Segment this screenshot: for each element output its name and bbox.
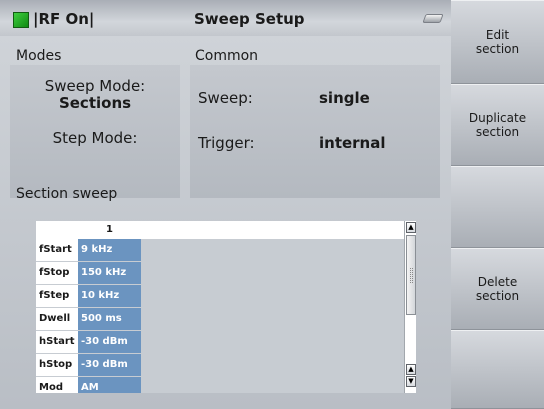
sweep-value[interactable]: single [319, 89, 370, 107]
cell-hstop[interactable]: -30 dBm [78, 354, 141, 376]
cell-hstart[interactable]: -30 dBm [78, 331, 141, 353]
row-label-hstop: hStop [36, 354, 78, 376]
row-label-dwell: Dwell [36, 308, 78, 330]
cell-fstep[interactable]: 10 kHz [78, 285, 141, 307]
softkey-empty-2[interactable] [451, 330, 544, 409]
row-label-hstart: hStart [36, 331, 78, 353]
column-header-1[interactable]: 1 [78, 221, 141, 239]
keyboard-icon[interactable] [422, 14, 444, 23]
common-heading: Common [195, 48, 259, 64]
step-mode-label: Step Mode: [52, 129, 138, 147]
scroll-up-icon[interactable]: ▲ [406, 222, 416, 233]
sweep-label: Sweep: [198, 89, 253, 107]
edit-section-button[interactable]: Edit section [451, 0, 544, 84]
vertical-scrollbar[interactable]: ▲ ▲ ▼ [404, 221, 416, 393]
row-label-fstep: fStep [36, 285, 78, 307]
cell-mod[interactable]: AM [78, 377, 141, 393]
scroll-up-small-icon[interactable]: ▲ [406, 364, 416, 375]
duplicate-section-button[interactable]: Duplicate section [451, 84, 544, 166]
cell-dwell[interactable]: 500 ms [78, 308, 141, 330]
cell-fstop[interactable]: 150 kHz [78, 262, 141, 284]
scroll-down-icon[interactable]: ▼ [406, 376, 416, 387]
modes-heading: Modes [16, 48, 62, 64]
trigger-label: Trigger: [198, 134, 255, 152]
modes-panel: Sweep Mode: Sections Step Mode: [10, 65, 180, 198]
grip-icon [410, 268, 413, 283]
row-label-fstart: fStart [36, 239, 78, 261]
title-bar: |RF On| Sweep Setup [0, 0, 451, 36]
common-panel: Sweep: single Trigger: internal [190, 65, 440, 198]
rf-status-label: |RF On| [33, 10, 95, 28]
section-sweep-heading: Section sweep [16, 186, 118, 202]
scroll-thumb[interactable] [406, 235, 416, 315]
main-content: Modes Common Sweep Mode: Sections Step M… [0, 36, 451, 409]
softkey-empty-1[interactable] [451, 166, 544, 248]
sweep-mode-label: Sweep Mode: [44, 77, 146, 95]
section-table[interactable]: 1 fStart 9 kHz fStop 150 kHz fStep 10 kH… [36, 221, 416, 393]
sweep-mode-value[interactable]: Sections [10, 94, 180, 112]
page-title: Sweep Setup [194, 10, 305, 28]
row-label-mod: Mod [36, 377, 78, 393]
cell-fstart[interactable]: 9 kHz [78, 239, 141, 261]
rf-led-icon [13, 12, 29, 28]
row-label-fstop: fStop [36, 262, 78, 284]
trigger-value[interactable]: internal [319, 134, 386, 152]
delete-section-button[interactable]: Delete section [451, 248, 544, 330]
